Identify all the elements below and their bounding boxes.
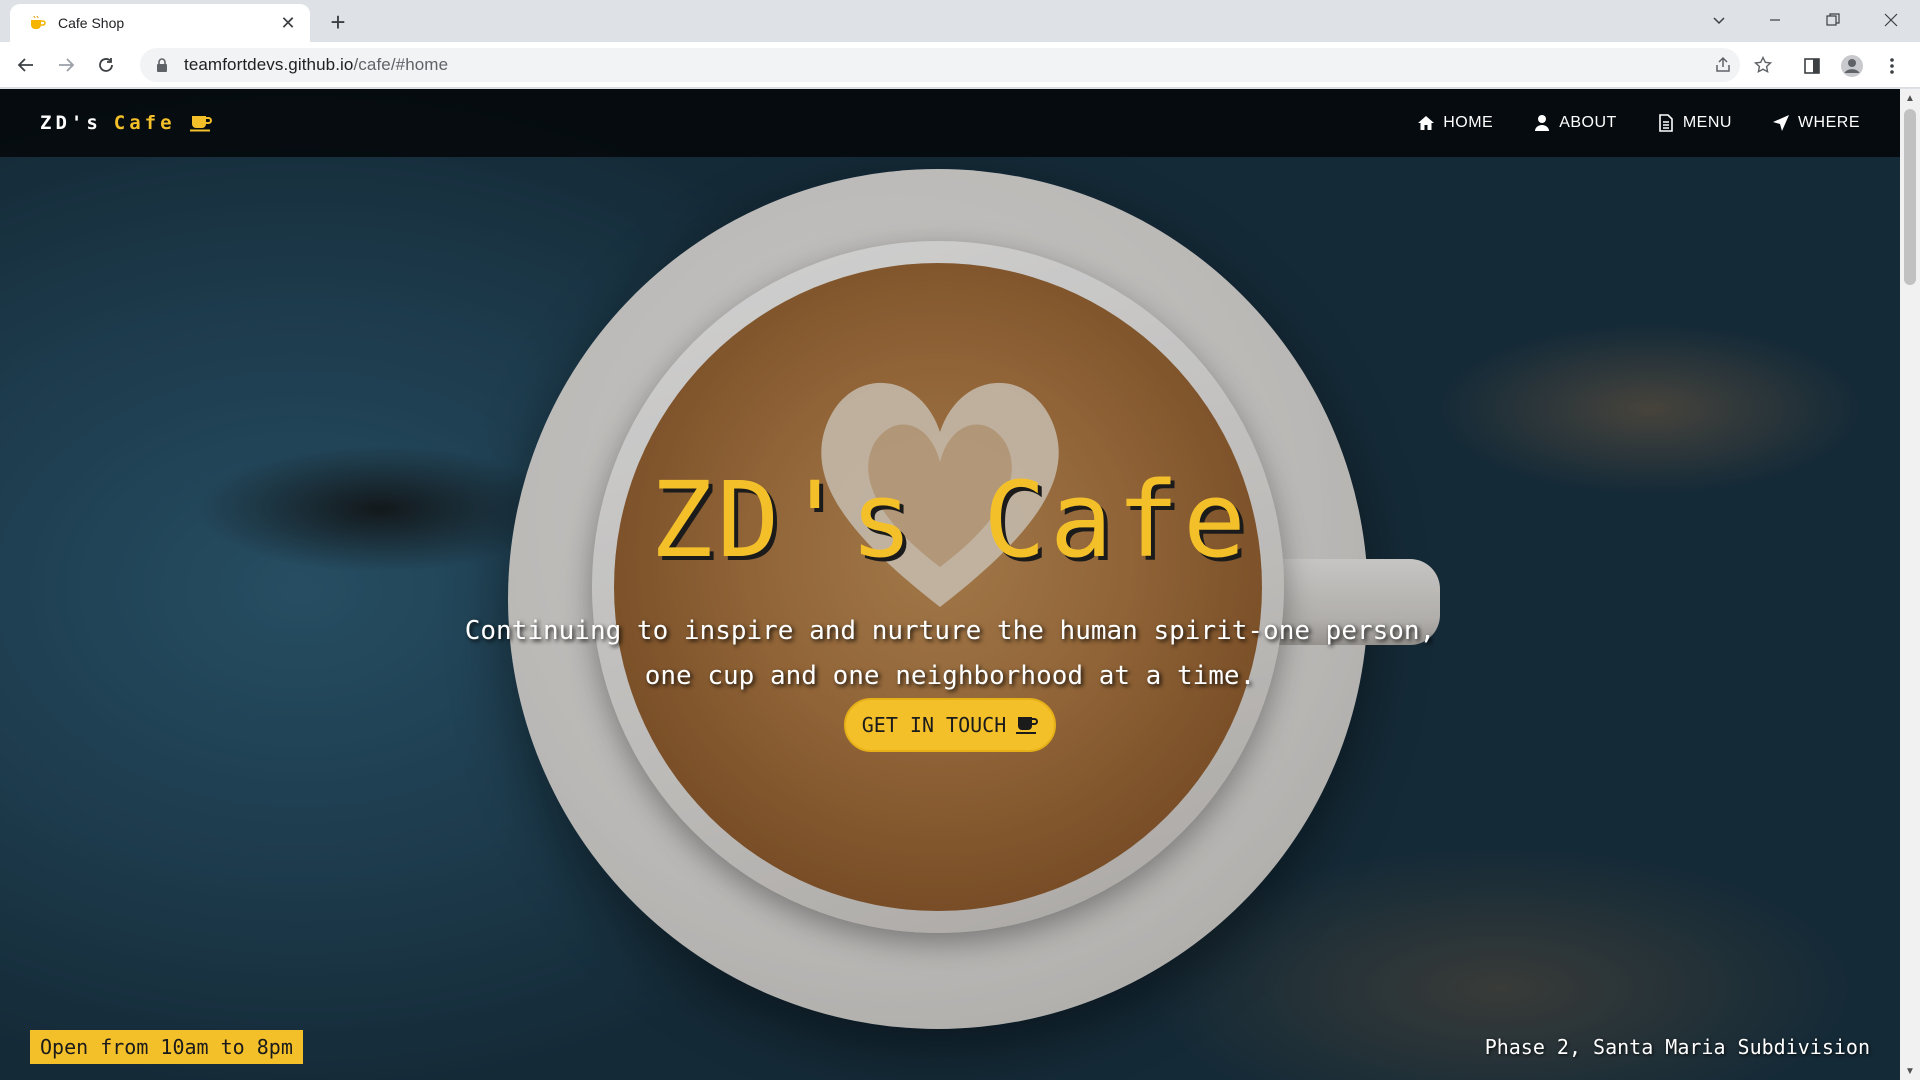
- forward-button[interactable]: [50, 49, 82, 81]
- tab-title: Cafe Shop: [58, 15, 125, 31]
- url-path: /cafe/#home: [353, 55, 449, 74]
- browser-toolbar: teamfortdevs.github.io/cafe/#home: [0, 42, 1920, 88]
- address-bar[interactable]: teamfortdevs.github.io/cafe/#home: [140, 48, 1740, 82]
- back-button[interactable]: [10, 49, 42, 81]
- nav-menu-label: MENU: [1682, 114, 1732, 131]
- coffee-favicon-icon: [31, 15, 46, 29]
- brand-name-right: Cafe: [113, 112, 176, 134]
- scrollbar-thumb[interactable]: [1904, 109, 1916, 285]
- browser-tabstrip: Cafe Shop ✕ +: [0, 0, 1920, 42]
- close-tab-icon[interactable]: ✕: [278, 13, 298, 33]
- share-icon[interactable]: [1708, 50, 1738, 80]
- scroll-up-arrow-icon[interactable]: ▲: [1900, 89, 1920, 107]
- tab-search-icon[interactable]: [1694, 0, 1744, 40]
- home-icon: [1418, 116, 1435, 130]
- location-arrow-icon: [1772, 115, 1789, 131]
- nav-about[interactable]: ABOUT: [1533, 114, 1617, 132]
- restore-button[interactable]: [1808, 0, 1858, 40]
- hero-subtitle-line-2: one cup and one neighborhood at a time.: [644, 661, 1256, 691]
- hero-background: [0, 89, 1900, 1080]
- scroll-down-arrow-icon[interactable]: ▼: [1900, 1062, 1920, 1080]
- opening-hours-badge: Open from 10am to 8pm: [30, 1030, 303, 1064]
- brand-name-left: ZD's: [40, 112, 102, 134]
- close-window-button[interactable]: [1866, 0, 1916, 40]
- nav-links: HOME ABOUT MENU WHERE: [1417, 89, 1860, 157]
- browser-menu-icon[interactable]: [1876, 50, 1908, 82]
- side-panel-icon[interactable]: [1796, 50, 1828, 82]
- hero-title: ZD's Cafe: [650, 459, 1250, 581]
- get-in-touch-label: GET IN TOUCH: [861, 713, 1007, 737]
- nav-where-label: WHERE: [1797, 114, 1860, 131]
- browser-tab[interactable]: Cafe Shop ✕: [10, 4, 310, 42]
- bookmark-star-icon[interactable]: [1748, 50, 1778, 80]
- reload-icon: [99, 58, 113, 72]
- hero-overlay: [0, 89, 1900, 1080]
- url-text: teamfortdevs.github.io/cafe/#home: [184, 55, 448, 75]
- minimize-button[interactable]: [1750, 0, 1800, 40]
- coffee-cup-icon: [1016, 717, 1039, 734]
- nav-menu[interactable]: MENU: [1657, 114, 1732, 132]
- coffee-cup-icon: [189, 116, 212, 132]
- brand-logo[interactable]: ZD's Cafe: [40, 89, 212, 157]
- nav-home-label: HOME: [1443, 114, 1494, 131]
- address-text: Phase 2, Santa Maria Subdivision: [1484, 1035, 1870, 1059]
- page-viewport: ZD's Cafe HOME ABOUT MENU WHERE ZD's Caf…: [0, 89, 1900, 1080]
- url-host: teamfortdevs.github.io: [184, 55, 354, 74]
- get-in-touch-button[interactable]: GET IN TOUCH: [844, 698, 1056, 752]
- document-icon: [1659, 114, 1673, 132]
- new-tab-button[interactable]: +: [324, 8, 352, 36]
- hero-subtitle-line-1: Continuing to inspire and nurture the hu…: [464, 616, 1436, 646]
- arrow-left-icon: [17, 58, 33, 72]
- reload-button[interactable]: [90, 49, 122, 81]
- nav-where[interactable]: WHERE: [1772, 114, 1860, 132]
- site-navbar: ZD's Cafe HOME ABOUT MENU WHERE: [0, 89, 1900, 157]
- user-icon: [1535, 115, 1550, 131]
- arrow-right-icon: [59, 58, 75, 72]
- nav-about-label: ABOUT: [1559, 114, 1617, 131]
- page-scrollbar[interactable]: ▲ ▼: [1900, 89, 1920, 1080]
- profile-avatar-icon[interactable]: [1836, 50, 1868, 82]
- nav-home[interactable]: HOME: [1417, 114, 1493, 132]
- hero-subtitle: Continuing to inspire and nurture the hu…: [450, 609, 1450, 699]
- lock-icon[interactable]: [154, 57, 170, 73]
